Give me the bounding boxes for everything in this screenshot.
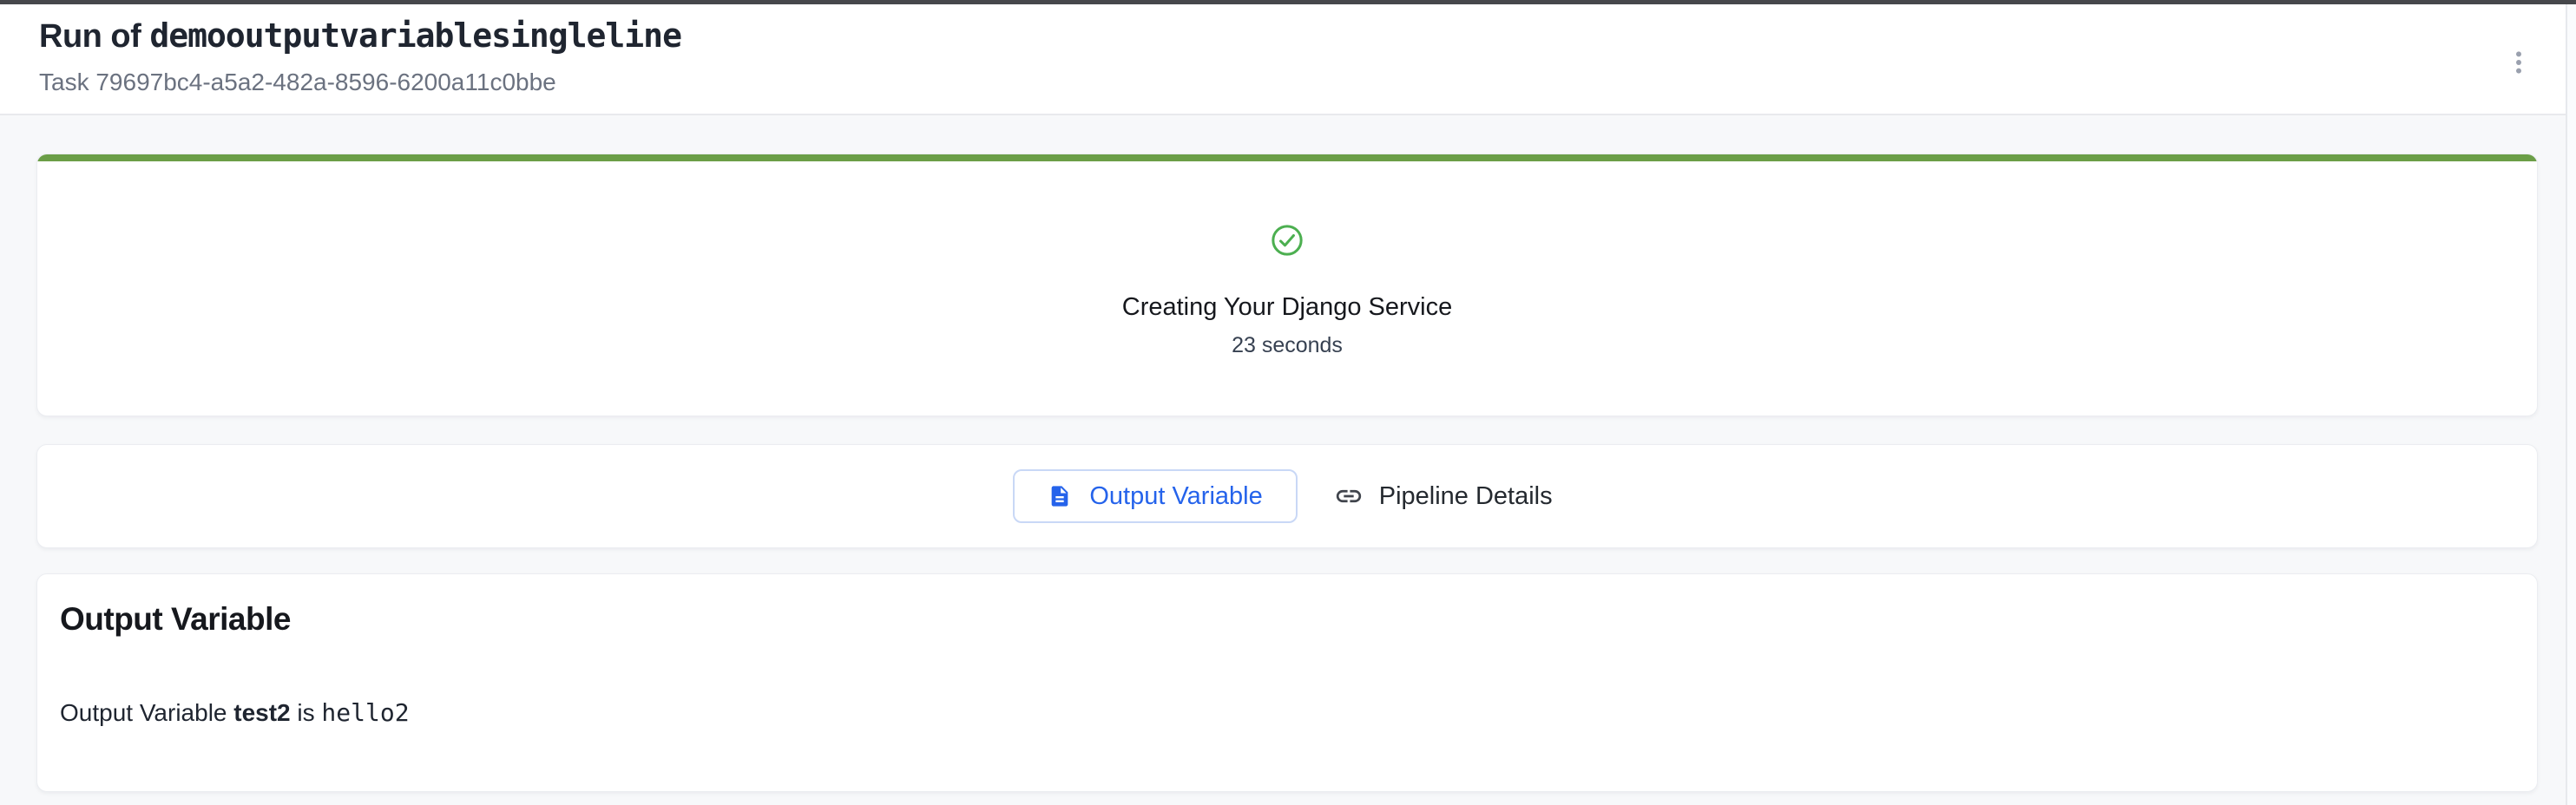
run-name: demooutputvariablesingleline [149, 16, 681, 55]
document-icon [1048, 484, 1072, 508]
kebab-menu-icon [2504, 48, 2533, 80]
page-title: Run of demooutputvariablesingleline [39, 16, 681, 56]
output-line-prefix: Output Variable [60, 699, 233, 726]
status-card-body: Creating Your Django Service 23 seconds [37, 161, 2537, 416]
page-header: Run of demooutputvariablesingleline Task… [0, 4, 2576, 115]
output-variable-line: Output Variable test2 is hello2 [60, 697, 2514, 729]
page-title-prefix: Run of [39, 18, 149, 55]
output-variable-value: hello2 [321, 698, 409, 727]
status-card: Creating Your Django Service 23 seconds [36, 154, 2538, 416]
scrollbar-track[interactable] [2566, 4, 2576, 805]
output-section-heading: Output Variable [60, 600, 2514, 638]
tab-pipeline-details[interactable]: Pipeline Details [1325, 469, 1561, 523]
status-title: Creating Your Django Service [1122, 291, 1452, 323]
tab-output-variable[interactable]: Output Variable [1013, 469, 1297, 523]
link-icon [1334, 481, 1364, 511]
tab-row: Output Variable Pipeline Details [1013, 469, 1561, 523]
tab-bar-card: Output Variable Pipeline Details [36, 444, 2538, 548]
status-accent-bar [37, 154, 2537, 161]
task-id-subtitle: Task 79697bc4-a5a2-482a-8596-6200a11c0bb… [39, 67, 556, 98]
output-line-middle: is [291, 699, 322, 726]
tab-pipeline-details-label: Pipeline Details [1379, 481, 1553, 511]
status-duration: 23 seconds [1232, 331, 1343, 359]
check-circle-icon [1271, 224, 1304, 257]
tab-output-variable-label: Output Variable [1089, 481, 1262, 511]
output-variable-name: test2 [233, 699, 290, 726]
output-variable-card: Output Variable Output Variable test2 is… [36, 573, 2538, 792]
kebab-menu-button[interactable] [2501, 46, 2536, 81]
